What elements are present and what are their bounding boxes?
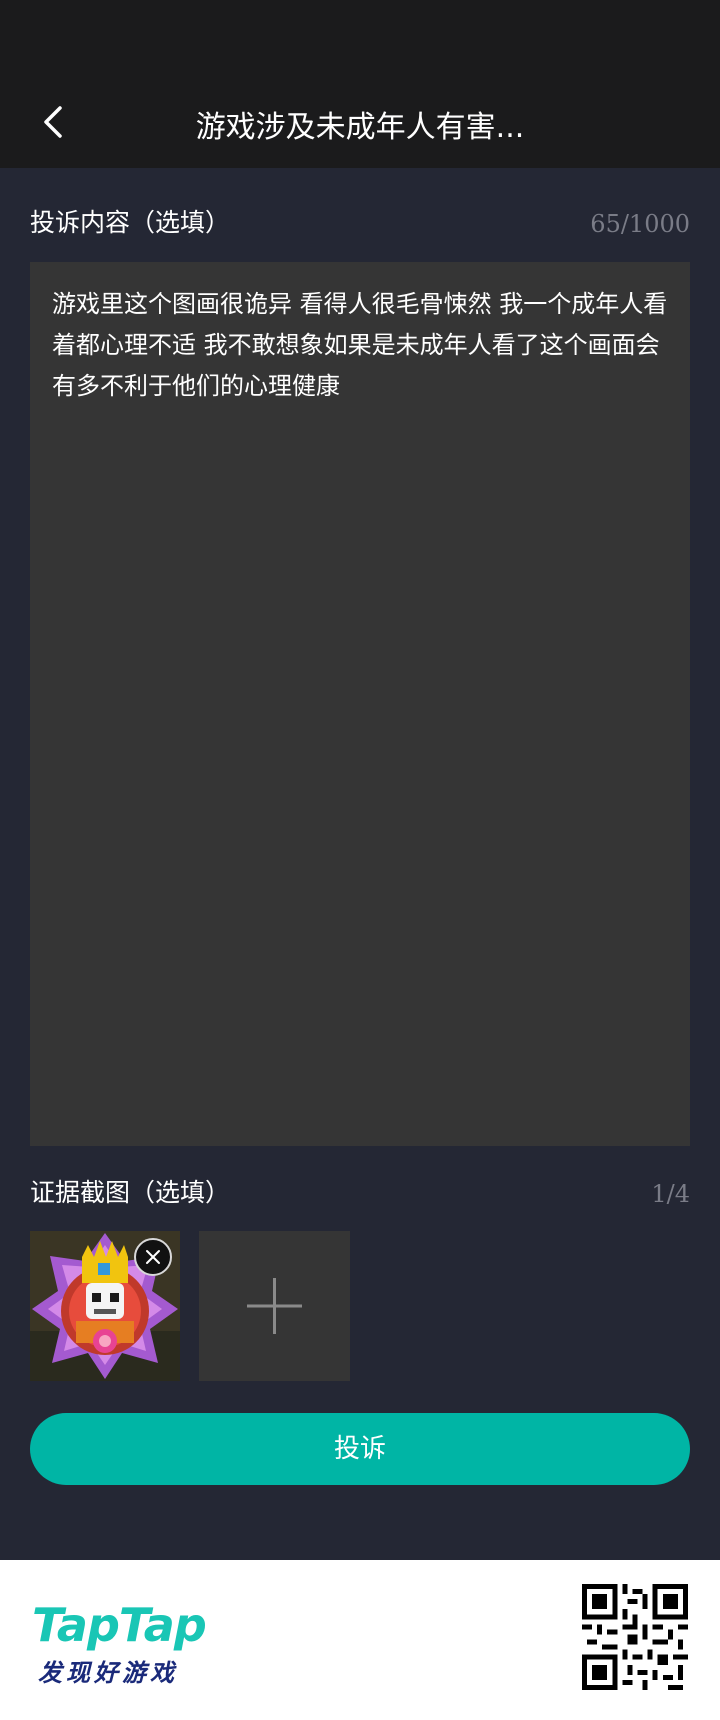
close-icon	[146, 1250, 160, 1264]
complaint-content-label: 投诉内容（选填）	[30, 208, 231, 237]
taptap-logo: TapTap	[32, 1598, 207, 1652]
remove-screenshot-button[interactable]	[134, 1238, 172, 1276]
brand-slogan: 发现好游戏	[38, 1659, 178, 1687]
qr-code-icon	[582, 1584, 688, 1690]
complaint-text: 游戏里这个图画很诡异 看得人很毛骨悚然 我一个成年人看着都心理不适 我不敢想象如…	[52, 290, 668, 400]
chevron-left-icon	[44, 106, 62, 138]
footer-banner: TapTap 发现好游戏	[0, 1560, 720, 1720]
submit-complaint-button[interactable]: 投诉	[30, 1413, 690, 1485]
evidence-counter: 1/4	[651, 1180, 690, 1208]
plus-icon	[247, 1278, 302, 1334]
evidence-screenshot-label: 证据截图（选填）	[30, 1178, 231, 1207]
back-button[interactable]	[36, 100, 76, 144]
complaint-textarea[interactable]: 游戏里这个图画很诡异 看得人很毛骨悚然 我一个成年人看着都心理不适 我不敢想象如…	[30, 262, 690, 1146]
page-title: 游戏涉及未成年人有害...	[195, 110, 525, 145]
add-screenshot-button[interactable]	[199, 1231, 350, 1381]
top-bar: 游戏涉及未成年人有害...	[0, 0, 720, 168]
complaint-char-counter: 65/1000	[590, 210, 690, 238]
